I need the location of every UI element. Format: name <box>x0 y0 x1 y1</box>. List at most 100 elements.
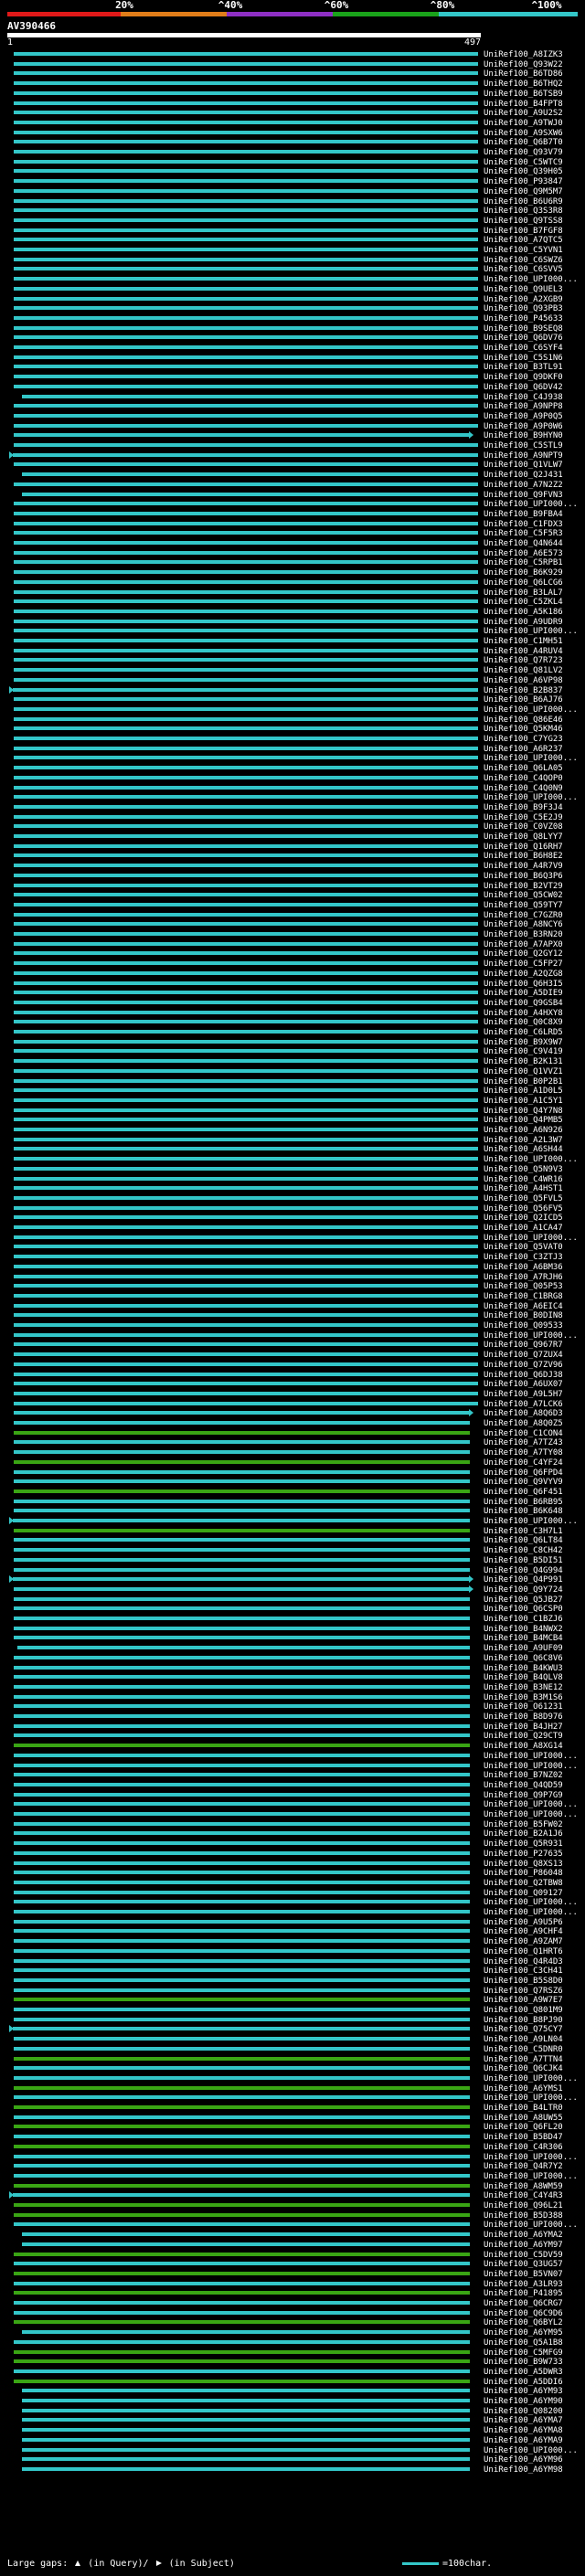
hit-row[interactable]: UniRef100_B9W733 <box>0 2358 585 2368</box>
hit-row[interactable]: UniRef100_C6SWZ6 <box>0 256 585 266</box>
hit-bar[interactable] <box>22 2447 470 2452</box>
hit-row[interactable]: UniRef100_Q5N9V3 <box>0 1165 585 1175</box>
hit-label-link[interactable]: UniRef100_C4WR16 <box>484 1175 582 1184</box>
hit-row[interactable]: UniRef100_B3M1S6 <box>0 1693 585 1703</box>
hit-row[interactable]: UniRef100_A6SH44 <box>0 1145 585 1155</box>
hit-row[interactable]: UniRef100_UPI000... <box>0 1908 585 1918</box>
hit-row[interactable]: UniRef100_Q9P7G9 <box>0 1791 585 1801</box>
hit-row[interactable]: UniRef100_A7TZ43 <box>0 1438 585 1448</box>
hit-row[interactable]: UniRef100_B2K131 <box>0 1057 585 1067</box>
hit-bar[interactable] <box>14 325 478 330</box>
hit-row[interactable]: UniRef100_A9L5H7 <box>0 1390 585 1400</box>
hit-row[interactable]: UniRef100_B2B837 <box>0 685 585 696</box>
hit-label-link[interactable]: UniRef100_Q7R723 <box>484 656 582 665</box>
hit-label-link[interactable]: UniRef100_A9U5P6 <box>484 1918 582 1927</box>
hit-row[interactable]: UniRef100_Q4N644 <box>0 539 585 549</box>
hit-label-link[interactable]: UniRef100_Q7RSZ6 <box>484 1987 582 1996</box>
hit-row[interactable]: UniRef100_A6YM96 <box>0 2455 585 2465</box>
hit-bar[interactable] <box>14 355 478 359</box>
hit-row[interactable]: UniRef100_B5S8D0 <box>0 1977 585 1987</box>
hit-row[interactable]: UniRef100_Q5R931 <box>0 1839 585 1850</box>
hit-bar[interactable] <box>14 1088 478 1093</box>
hit-label-link[interactable]: UniRef100_C1FDX3 <box>484 520 582 529</box>
hit-label-link[interactable]: UniRef100_A6R237 <box>484 745 582 754</box>
hit-bar[interactable] <box>14 81 478 86</box>
hit-row[interactable]: UniRef100_B5VN07 <box>0 2270 585 2280</box>
hit-row[interactable]: UniRef100_A6YM95 <box>0 2328 585 2338</box>
hit-label-link[interactable]: UniRef100_A6YM90 <box>484 2397 582 2406</box>
hit-label-link[interactable]: UniRef100_C5E2J9 <box>484 813 582 822</box>
hit-bar[interactable] <box>14 217 478 222</box>
hit-bar[interactable] <box>14 2281 470 2285</box>
hit-row[interactable]: UniRef100_Q6DV42 <box>0 383 585 393</box>
hit-row[interactable]: UniRef100_B4JH27 <box>0 1723 585 1733</box>
hit-label-link[interactable]: UniRef100_A6SH44 <box>484 1145 582 1154</box>
hit-bar[interactable] <box>14 2183 470 2188</box>
hit-label-link[interactable]: UniRef100_A6E573 <box>484 549 582 558</box>
hit-row[interactable]: UniRef100_A7TY08 <box>0 1448 585 1458</box>
hit-row[interactable]: UniRef100_Q9Y724 <box>0 1585 585 1595</box>
hit-label-link[interactable]: UniRef100_UPI000... <box>484 1234 582 1243</box>
hit-row[interactable]: UniRef100_B6K648 <box>0 1507 585 1517</box>
hit-label-link[interactable]: UniRef100_A9W7E7 <box>484 1996 582 2005</box>
hit-bar[interactable] <box>14 1968 470 1973</box>
hit-bar[interactable] <box>14 90 478 95</box>
hit-row[interactable]: UniRef100_Q09127 <box>0 1889 585 1899</box>
hit-row[interactable]: UniRef100_A7APX0 <box>0 940 585 950</box>
hit-label-link[interactable]: UniRef100_UPI000... <box>484 2094 582 2103</box>
hit-label-link[interactable]: UniRef100_B4LTR0 <box>484 2104 582 2113</box>
hit-label-link[interactable]: UniRef100_B4JH27 <box>484 1723 582 1732</box>
hit-bar[interactable] <box>14 2252 470 2256</box>
hit-bar[interactable] <box>14 1850 470 1855</box>
hit-label-link[interactable]: UniRef100_C1BZJ6 <box>484 1615 582 1624</box>
hit-label-link[interactable]: UniRef100_Q6H3I5 <box>484 980 582 989</box>
hit-row[interactable]: UniRef100_Q4R4D3 <box>0 1957 585 1967</box>
hit-row[interactable]: UniRef100_A6EIC4 <box>0 1302 585 1312</box>
hit-bar[interactable] <box>14 1323 478 1327</box>
hit-bar[interactable] <box>14 639 478 642</box>
hit-row[interactable]: UniRef100_Q7RSZ6 <box>0 1987 585 1997</box>
hit-label-link[interactable]: UniRef100_C5FP27 <box>484 959 582 969</box>
hit-label-link[interactable]: UniRef100_B2B837 <box>484 686 582 695</box>
hit-label-link[interactable]: UniRef100_B5S8D0 <box>484 1977 582 1986</box>
hit-label-link[interactable]: UniRef100_Q1VLW7 <box>484 461 582 470</box>
hit-label-link[interactable]: UniRef100_Q4G994 <box>484 1566 582 1575</box>
hit-bar[interactable] <box>14 111 478 115</box>
hit-bar[interactable] <box>14 1215 478 1220</box>
hit-row[interactable]: UniRef100_A6YMA9 <box>0 2436 585 2446</box>
hit-label-link[interactable]: UniRef100_C5RPB1 <box>484 558 582 567</box>
hit-label-link[interactable]: UniRef100_B4FPT8 <box>484 100 582 109</box>
hit-bar[interactable] <box>14 1362 478 1366</box>
hit-label-link[interactable]: UniRef100_C6LRD5 <box>484 1028 582 1037</box>
hit-label-link[interactable]: UniRef100_Q9TSS8 <box>484 217 582 226</box>
hit-bar[interactable] <box>14 1910 470 1913</box>
hit-row[interactable]: UniRef100_C3H7L1 <box>0 1527 585 1537</box>
hit-bar[interactable] <box>14 1255 478 1259</box>
hit-row[interactable]: UniRef100_B6AJ76 <box>0 695 585 705</box>
hit-row[interactable]: UniRef100_C4Q0N9 <box>0 784 585 794</box>
hit-row[interactable]: UniRef100_C9V419 <box>0 1047 585 1057</box>
hit-bar[interactable] <box>14 1617 470 1620</box>
hit-row[interactable]: UniRef100_Q5A1B8 <box>0 2338 585 2348</box>
hit-bar[interactable] <box>14 1411 470 1415</box>
hit-row[interactable]: UniRef100_A6UX07 <box>0 1380 585 1390</box>
hit-row[interactable]: UniRef100_A9P0Q5 <box>0 412 585 422</box>
hit-row[interactable]: UniRef100_A6YMA2 <box>0 2231 585 2241</box>
hit-row[interactable]: UniRef100_B3RN20 <box>0 930 585 940</box>
hit-bar[interactable] <box>14 1733 470 1738</box>
hit-label-link[interactable]: UniRef100_Q86E46 <box>484 716 582 725</box>
hit-label-link[interactable]: UniRef100_Q93V79 <box>484 148 582 157</box>
hit-label-link[interactable]: UniRef100_Q6DV76 <box>484 334 582 343</box>
hit-bar[interactable] <box>14 1812 470 1816</box>
hit-label-link[interactable]: UniRef100_Q6CJK4 <box>484 2064 582 2073</box>
hit-label-link[interactable]: UniRef100_A6YMA7 <box>484 2416 582 2425</box>
hit-row[interactable]: UniRef100_Q4P991 <box>0 1575 585 1585</box>
hit-row[interactable]: UniRef100_Q7R723 <box>0 656 585 666</box>
hit-label-link[interactable]: UniRef100_Q6LT84 <box>484 1536 582 1545</box>
hit-label-link[interactable]: UniRef100_Q29CT9 <box>484 1732 582 1741</box>
hit-row[interactable]: UniRef100_C5RPB1 <box>0 558 585 568</box>
hit-bar[interactable] <box>14 1744 470 1748</box>
hit-bar[interactable] <box>14 1030 478 1034</box>
hit-bar[interactable] <box>13 2027 470 2031</box>
hit-label-link[interactable]: UniRef100_C4R306 <box>484 2143 582 2152</box>
